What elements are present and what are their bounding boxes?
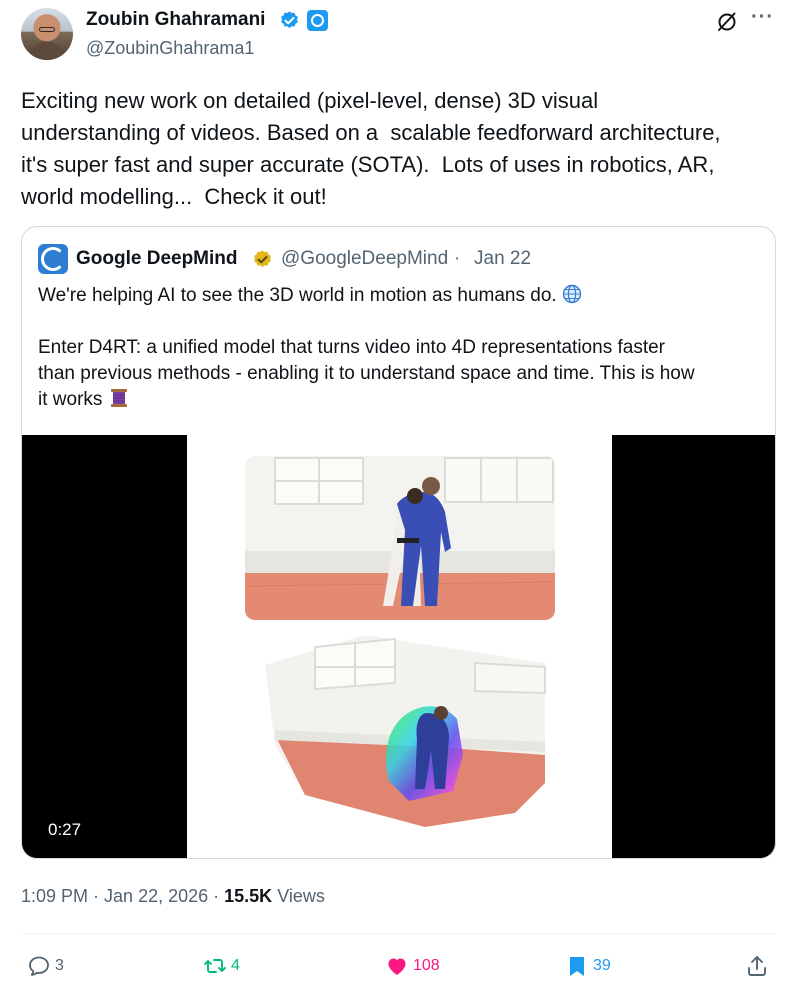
meta-separator: ·: [208, 886, 225, 906]
author-name[interactable]: Zoubin Ghahramani: [86, 9, 265, 31]
avatar-shirt: [31, 42, 63, 60]
verified-gold-icon: [254, 250, 271, 267]
quote-video[interactable]: 0:27: [22, 435, 775, 858]
video-frame-original: [245, 456, 555, 620]
bookmark-count: 39: [593, 957, 611, 974]
share-button[interactable]: [745, 953, 769, 979]
video-duration: 0:27: [48, 820, 82, 839]
post-time[interactable]: 1:09 PM: [21, 886, 88, 906]
share-icon: [748, 956, 766, 976]
quote-author-name: Google DeepMind: [76, 248, 238, 269]
author-avatar[interactable]: [21, 8, 73, 60]
divider: [21, 933, 776, 934]
post-date[interactable]: Jan 22, 2026: [104, 886, 208, 906]
grok-icon[interactable]: [715, 10, 739, 34]
author-handle[interactable]: @ZoubinGhahrama1: [86, 38, 254, 59]
globe-icon: [562, 284, 582, 304]
heart-icon: [388, 958, 406, 975]
reply-button[interactable]: 3: [27, 953, 64, 979]
thread-spool-icon: [110, 389, 127, 407]
more-icon[interactable]: ···: [751, 6, 774, 29]
retweet-button[interactable]: 4: [203, 953, 240, 979]
verified-badge-icon: [281, 11, 298, 28]
reply-count: 3: [55, 957, 64, 974]
video-letterbox-right: [612, 435, 775, 858]
quote-date: Jan 22: [474, 248, 532, 269]
quote-text-line1: We're helping AI to see the 3D world in …: [38, 285, 562, 306]
quote-text: We're helping AI to see the 3D world in …: [38, 283, 768, 413]
like-count: 108: [413, 957, 440, 974]
like-button[interactable]: 108: [385, 953, 440, 979]
views-label: Views: [272, 886, 325, 906]
retweet-icon: [204, 959, 226, 973]
retweet-count: 4: [231, 957, 240, 974]
bookmark-button[interactable]: 39: [565, 953, 611, 979]
quote-separator: ·: [454, 248, 461, 269]
video-frame-4d-reconstruction: [265, 635, 546, 827]
timestamp-row: 1:09 PM · Jan 22, 2026 · 15.5K Views: [21, 886, 325, 907]
quote-author-avatar[interactable]: [38, 244, 68, 274]
quote-tweet-card[interactable]: Google DeepMind @GoogleDeepMind · Jan 22…: [21, 226, 776, 859]
reply-icon: [29, 956, 49, 976]
bookmark-icon: [570, 957, 584, 976]
affiliate-badge-icon[interactable]: [307, 10, 328, 31]
tweet-text: Exciting new work on detailed (pixel-lev…: [21, 88, 721, 209]
video-letterbox-left: [22, 435, 187, 858]
views-count: 15.5K: [224, 886, 273, 906]
meta-separator: ·: [88, 886, 105, 906]
quote-text-body: Enter D4RT: a unified model that turns v…: [38, 337, 695, 410]
avatar-glasses: [39, 27, 55, 32]
quote-author-handle: @GoogleDeepMind: [281, 248, 449, 269]
